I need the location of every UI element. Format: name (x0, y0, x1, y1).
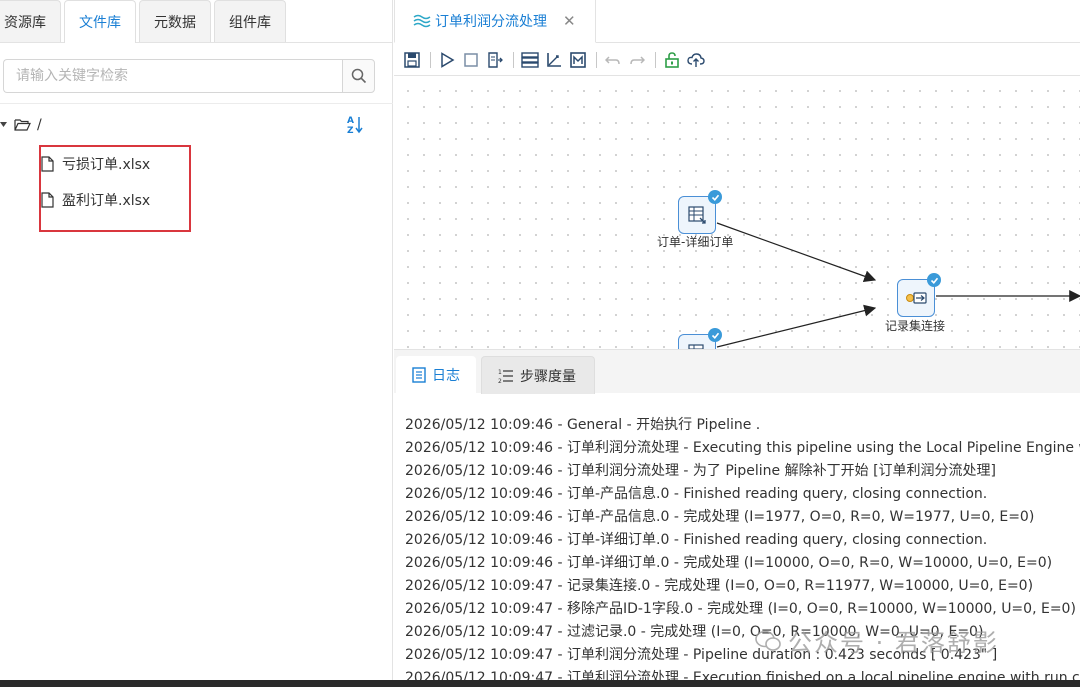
toolbar-separator (513, 51, 514, 68)
tab-step-metrics-label: 步骤度量 (520, 368, 576, 385)
left-tab-bar: 资源库 文件库 元数据 组件库 (0, 0, 392, 43)
watermark: 公众号 · 君落舒影 (754, 623, 999, 658)
caret-down-icon (0, 122, 7, 127)
preview-button[interactable] (485, 50, 505, 70)
metrics-icon (570, 51, 586, 68)
tab-step-metrics[interactable]: 12 步骤度量 (481, 356, 595, 394)
hop-connectors (716, 222, 1080, 348)
app-window: 资源库 文件库 元数据 组件库 / A (0, 0, 1080, 687)
node-product-info[interactable] (678, 328, 722, 349)
axis-chart-icon (547, 52, 561, 67)
undo-button[interactable] (603, 50, 623, 70)
svg-text:1: 1 (498, 369, 502, 376)
log-line: 2026/05/12 10:09:46 - 订单利润分流处理 - Executi… (405, 440, 1080, 456)
stop-button[interactable] (461, 50, 481, 70)
log-line: 2026/05/12 10:09:46 - General - 开始执行 Pip… (405, 417, 761, 433)
search-input[interactable] (3, 59, 342, 93)
merge-join-icon (906, 292, 927, 304)
log-line: 2026/05/12 10:09:47 - 记录集连接.0 - 完成处理 (I=… (405, 578, 1034, 594)
toolbar-separator (430, 51, 431, 68)
node-label-detail-order: 订单-详细订单 (657, 235, 734, 249)
redo-icon (630, 55, 645, 64)
upload-button[interactable] (686, 50, 706, 70)
search-box (3, 59, 375, 93)
log-line: 2026/05/12 10:09:47 - 订单利润分流处理 - Executi… (405, 670, 1080, 681)
node-record-join[interactable] (897, 273, 941, 317)
save-icon (404, 51, 420, 68)
run-button[interactable] (437, 50, 457, 70)
watermark-text: 公众号 · 君落舒影 (788, 629, 999, 657)
success-check-icon (708, 190, 722, 204)
log-document-icon (412, 367, 426, 383)
svg-text:2: 2 (498, 378, 502, 384)
cloud-upload-icon (687, 52, 705, 67)
play-icon (441, 51, 455, 68)
save-button[interactable] (402, 50, 422, 70)
tab-log[interactable]: 日志 (396, 356, 476, 394)
tab-title: 订单利润分流处理 (435, 14, 547, 30)
undo-icon (605, 55, 620, 64)
list-icon (521, 51, 539, 68)
bottom-bar (0, 680, 1080, 687)
tree-root-label: / (37, 117, 42, 133)
editor-tab-bar: 订单利润分流处理 ✕ (394, 0, 1080, 43)
svg-text:Z: Z (347, 126, 354, 134)
search-icon (351, 68, 366, 84)
log-line: 2026/05/12 10:09:46 - 订单-产品信息.0 - 完成处理 (… (405, 509, 1035, 525)
lock-icon (665, 51, 679, 68)
log-line: 2026/05/12 10:09:46 - 订单利润分流处理 - 为了 Pipe… (405, 463, 996, 479)
sort-az-icon[interactable]: A Z (346, 114, 364, 134)
tab-file-library[interactable]: 文件库 (64, 0, 136, 43)
log-tab-bar: 日志 12 步骤度量 (394, 349, 1080, 394)
svg-text:A: A (347, 116, 354, 126)
lock-button[interactable] (662, 50, 682, 70)
tab-repository[interactable]: 资源库 (0, 0, 61, 42)
tab-pipeline-editor[interactable]: 订单利润分流处理 ✕ (394, 0, 596, 43)
tab-metadata[interactable]: 元数据 (139, 0, 211, 42)
success-check-icon (708, 328, 722, 342)
folder-open-icon (14, 119, 31, 131)
red-highlight-box (39, 145, 191, 232)
success-check-icon (927, 273, 941, 287)
pipeline-icon (413, 14, 431, 28)
close-tab-icon[interactable]: ✕ (563, 12, 576, 30)
log-line: 2026/05/12 10:09:46 - 订单-详细订单.0 - Finish… (405, 532, 988, 548)
wechat-icon (755, 630, 781, 651)
tab-components[interactable]: 组件库 (214, 0, 286, 42)
stop-icon (464, 52, 478, 67)
toolbar-separator (596, 51, 597, 68)
table-input-icon (688, 206, 706, 224)
log-line: 2026/05/12 10:09:46 - 订单-详细订单.0 - 完成处理 (… (405, 555, 1053, 571)
pipeline-canvas[interactable]: 订单-详细订单 记录集连接 (394, 77, 1080, 349)
node-detail-order[interactable] (678, 190, 722, 234)
editor-toolbar (394, 44, 1080, 76)
numbered-list-icon: 12 (498, 369, 513, 384)
node-label-record-join: 记录集连接 (885, 319, 946, 333)
preview-icon (488, 51, 503, 68)
redo-button[interactable] (627, 50, 647, 70)
analyze-button[interactable] (544, 50, 564, 70)
divider (0, 103, 393, 104)
log-line: 2026/05/12 10:09:46 - 订单-产品信息.0 - Finish… (405, 486, 988, 502)
toolbar-separator (655, 51, 656, 68)
log-line: 2026/05/12 10:09:47 - 移除产品ID-1字段.0 - 完成处… (405, 601, 1076, 617)
tab-log-label: 日志 (432, 368, 460, 384)
search-button[interactable] (342, 59, 375, 93)
metrics-button[interactable] (568, 50, 588, 70)
tree-root-folder[interactable]: / (0, 117, 42, 133)
left-panel: 资源库 文件库 元数据 组件库 / A (0, 0, 393, 680)
check-button[interactable] (520, 50, 540, 70)
